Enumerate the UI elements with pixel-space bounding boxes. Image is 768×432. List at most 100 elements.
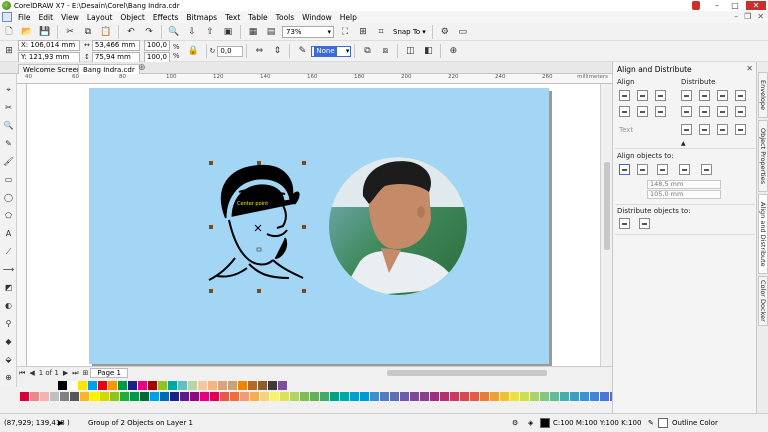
drawing-page[interactable]: Center point (89, 88, 549, 364)
user-icon[interactable] (692, 1, 700, 10)
color-swatch[interactable] (490, 391, 500, 401)
menu-window[interactable]: Window (298, 13, 336, 22)
text-align-first-line-icon[interactable] (681, 124, 692, 135)
color-swatch[interactable] (210, 391, 220, 401)
mirror-horizontal-icon[interactable]: ⇔ (252, 44, 266, 58)
color-swatch[interactable] (370, 391, 380, 401)
crop-tool-icon[interactable]: ✂ (3, 102, 14, 113)
tab-align-distribute[interactable]: Align and Distribute (758, 194, 768, 274)
color-swatch[interactable] (380, 391, 390, 401)
drawing-canvas[interactable]: Center point (27, 84, 600, 366)
options-icon[interactable]: ⚙ (438, 25, 452, 39)
full-screen-icon[interactable]: ⛶ (338, 25, 352, 39)
welcome-screen-icon[interactable]: ▤ (264, 25, 278, 39)
search-content-icon[interactable]: 🔍 (167, 25, 181, 39)
open-folder-icon[interactable]: 📂 (20, 25, 34, 39)
align-active-objects-icon[interactable] (619, 164, 630, 175)
y-position-field[interactable]: Y: 121,93 mm (18, 51, 80, 63)
color-swatch[interactable] (280, 391, 290, 401)
add-page-icon[interactable]: ⊞ (83, 369, 89, 377)
first-page-icon[interactable]: ⏮ (19, 369, 25, 378)
distribute-center-icon[interactable] (699, 90, 710, 101)
zoom-level-select[interactable]: 73% (282, 25, 334, 38)
color-swatch[interactable] (30, 391, 40, 401)
menu-file[interactable]: File (14, 13, 35, 22)
drop-shadow-icon[interactable]: ◩ (3, 282, 14, 293)
polygon-tool-icon[interactable]: ⬠ (3, 210, 14, 221)
doc-restore-icon[interactable]: ❐ (744, 12, 751, 21)
close-icon[interactable]: ✕ (746, 64, 753, 73)
color-swatch[interactable] (190, 391, 200, 401)
menu-layout[interactable]: Layout (83, 13, 117, 22)
color-swatch[interactable] (570, 391, 580, 401)
color-swatch[interactable] (70, 391, 80, 401)
color-swatch[interactable] (170, 391, 180, 401)
color-swatch[interactable] (540, 391, 550, 401)
save-icon[interactable]: 💾 (38, 25, 52, 39)
copy-icon[interactable]: ⧉ (81, 25, 95, 39)
color-swatch[interactable] (58, 380, 68, 390)
import-icon[interactable]: ⇩ (185, 25, 199, 39)
outline-width-select[interactable]: None ▾ (311, 45, 352, 57)
color-swatch[interactable] (310, 391, 320, 401)
text-align-bbox-icon[interactable] (717, 124, 728, 135)
color-swatch[interactable] (168, 380, 178, 390)
add-tab-icon[interactable]: ⊕ (138, 63, 146, 73)
close-button[interactable]: ✕ (746, 1, 766, 10)
distribute-top-icon[interactable] (681, 106, 692, 117)
color-swatch[interactable] (158, 380, 168, 390)
color-swatch[interactable] (440, 391, 450, 401)
show-rulers-icon[interactable]: ⊞ (356, 25, 370, 39)
lock-ratio-icon[interactable]: 🔒 (187, 44, 201, 58)
color-swatch[interactable] (530, 391, 540, 401)
connector-tool-icon[interactable]: ⟶ (3, 264, 14, 275)
color-swatch[interactable] (218, 380, 228, 390)
vertical-scroll-thumb[interactable] (604, 162, 610, 250)
color-swatch[interactable] (520, 391, 530, 401)
color-swatch[interactable] (138, 380, 148, 390)
align-top-icon[interactable] (619, 106, 630, 117)
show-grid-icon[interactable]: ⌗ (374, 25, 388, 39)
align-grid-icon[interactable] (679, 164, 690, 175)
maximize-button[interactable]: □ (728, 1, 742, 10)
color-swatch[interactable] (350, 391, 360, 401)
menu-view[interactable]: View (57, 13, 83, 22)
color-swatch[interactable] (68, 380, 78, 390)
break-apart-icon[interactable]: ◧ (421, 44, 435, 58)
group-icon[interactable]: ⧉ (360, 44, 374, 58)
new-document-icon[interactable]: 🗋 (2, 25, 16, 39)
redo-icon[interactable]: ↷ (142, 25, 156, 39)
color-swatch[interactable] (118, 380, 128, 390)
align-center-h-icon[interactable] (637, 90, 648, 101)
color-swatch[interactable] (270, 391, 280, 401)
color-swatch[interactable] (390, 391, 400, 401)
color-swatch[interactable] (230, 391, 240, 401)
scale-width-field[interactable]: 100,0 (143, 39, 170, 51)
color-swatch[interactable] (98, 380, 108, 390)
color-swatch[interactable] (200, 391, 210, 401)
cut-icon[interactable]: ✂ (63, 25, 77, 39)
export-icon[interactable]: ⇧ (203, 25, 217, 39)
align-page-edge-icon[interactable] (637, 164, 648, 175)
vertical-ruler[interactable] (17, 84, 27, 366)
color-swatch[interactable] (110, 391, 120, 401)
parallel-dimension-icon[interactable]: ⟋ (3, 246, 14, 257)
zoom-tool-icon[interactable]: 🔍 (3, 120, 14, 131)
color-swatch[interactable] (258, 380, 268, 390)
color-swatch[interactable] (460, 391, 470, 401)
horizontal-scroll-thumb[interactable] (387, 370, 547, 376)
color-swatch[interactable] (180, 391, 190, 401)
outline-color-swatch[interactable] (658, 418, 668, 428)
color-swatch[interactable] (580, 391, 590, 401)
text-align-last-line-icon[interactable] (699, 124, 710, 135)
ungroup-icon[interactable]: ⧈ (378, 44, 392, 58)
smart-fill-icon[interactable]: ⬙ (3, 354, 14, 365)
distribute-to-page-icon[interactable] (639, 218, 650, 229)
scale-height-field[interactable]: 100,0 (143, 51, 170, 63)
menu-edit[interactable]: Edit (35, 13, 58, 22)
color-swatch[interactable] (208, 380, 218, 390)
color-swatch[interactable] (430, 391, 440, 401)
x-position-field[interactable]: X: 106,014 mm (18, 39, 80, 51)
color-swatch[interactable] (80, 391, 90, 401)
color-swatch[interactable] (510, 391, 520, 401)
